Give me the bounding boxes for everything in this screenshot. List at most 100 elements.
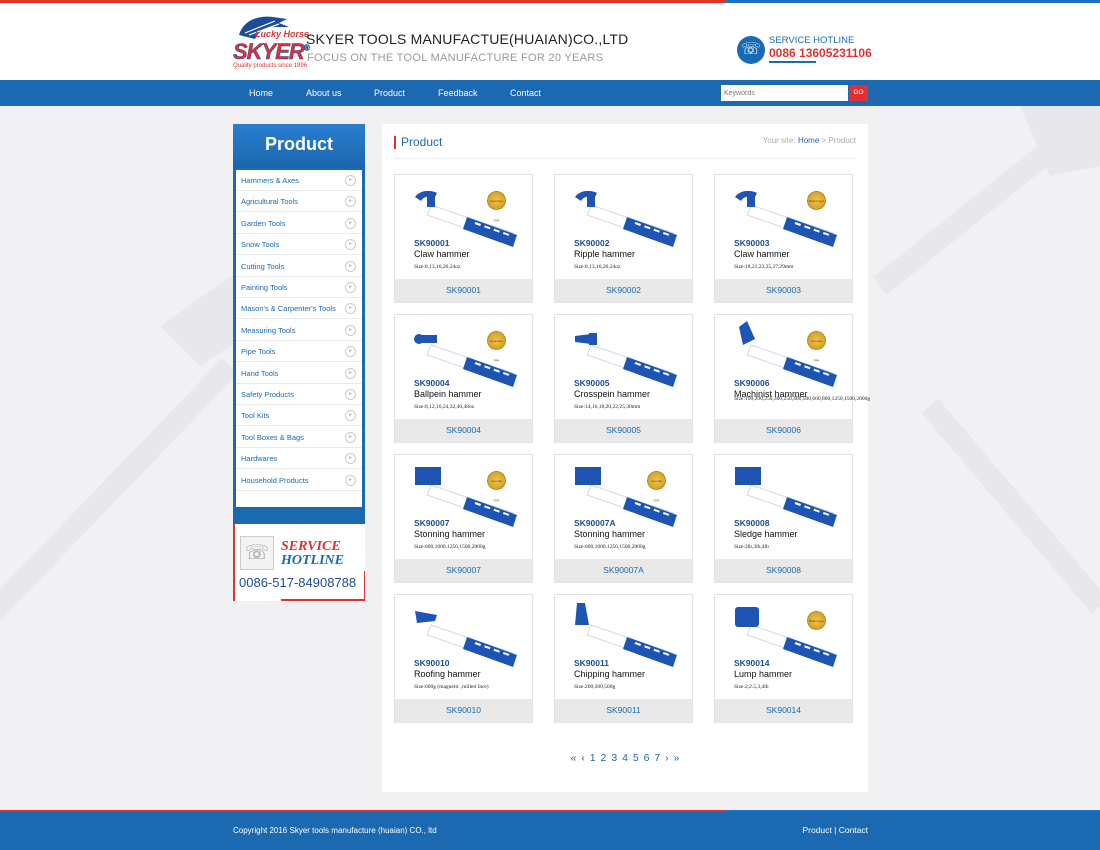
product-image[interactable]: American type SK90001 Claw hammer Size:8,13… (395, 175, 532, 278)
sidebar-item-label: Safety Products (241, 390, 294, 399)
product-caption[interactable]: SK90008 (715, 559, 852, 582)
page-title: Product (401, 135, 443, 149)
site-logo[interactable]: Lucky Horse SKYER® Quality products sinc… (233, 13, 310, 71)
seal-badge: German type (807, 331, 826, 362)
sidebar-item-masons-carpenters-tools[interactable]: Mason's & Carpenter's Tools ▸ (236, 298, 362, 320)
seal-badge: German type (487, 471, 506, 502)
product-card[interactable]: American type SK90004 Ballpein hammer Size:… (394, 314, 533, 443)
pager-page-4[interactable]: 4 (622, 752, 628, 764)
product-caption[interactable]: SK90010 (395, 699, 532, 722)
nav-about-us[interactable]: About us (306, 80, 342, 106)
product-image[interactable]: SK90002 Ripple hammer Size:8,13,16,20,24oz (555, 175, 692, 278)
breadcrumb-home-link[interactable]: Home (798, 136, 819, 145)
pager-last[interactable]: » (674, 752, 680, 764)
sidebar-item-painting-tools[interactable]: Painting Tools ▸ (236, 277, 362, 298)
product-caption[interactable]: SK90006 (715, 419, 852, 442)
search-input[interactable] (721, 85, 848, 101)
nav-contact[interactable]: Contact (510, 80, 541, 106)
hotline-bottom-border (281, 599, 365, 601)
product-card[interactable]: British type SK90003 Claw hammer Size:18,21… (714, 174, 853, 303)
product-card[interactable]: SK90010 Roofing hammer Size:600g (magnetic… (394, 594, 533, 723)
search-go-button[interactable]: GO (849, 85, 868, 101)
seal-badge: German type (647, 471, 666, 502)
pager-page-5[interactable]: 5 (633, 752, 639, 764)
product-code: SK90005 (574, 378, 610, 388)
product-code: SK90001 (414, 238, 450, 248)
phone-icon: ☏ (240, 536, 274, 570)
product-name: Ballpein hammer (414, 389, 482, 399)
footer-copyright: Copyright 2016 Skyer tools manufacture (… (233, 826, 437, 835)
sidebar-item-garden-tools[interactable]: Garden Tools ▸ (236, 213, 362, 234)
product-card[interactable]: SK90002 Ripple hammer Size:8,13,16,20,24oz… (554, 174, 693, 303)
pager-page-7[interactable]: 7 (654, 752, 660, 764)
product-image[interactable]: German type SK90007A Stonning hammer Size:8… (555, 455, 692, 558)
product-caption[interactable]: SK90002 (555, 279, 692, 302)
product-card[interactable]: German type SK90006 Machinist hammer Size:1… (714, 314, 870, 443)
sidebar-item-tool-kits[interactable]: Tool Kits ▸ (236, 405, 362, 427)
pager-page-6[interactable]: 6 (644, 752, 650, 764)
sidebar-item-safety-products[interactable]: Safety Products ▸ (236, 384, 362, 405)
product-caption[interactable]: SK90014 (715, 699, 852, 722)
product-image[interactable]: SK90005 Crosspein hammer Size:14,16,18,20,… (555, 315, 692, 418)
product-image[interactable]: German type SK90007 Stonning hammer Size:80… (395, 455, 532, 558)
product-caption[interactable]: SK90005 (555, 419, 692, 442)
product-image[interactable]: SK90008 Sledge hammer Size:2lb,3lb,4lb (715, 455, 852, 558)
footer-accent-line (0, 810, 1100, 812)
product-caption[interactable]: SK90001 (395, 279, 532, 302)
product-image[interactable]: American type SK90004 Ballpein hammer Size:… (395, 315, 532, 418)
sidebar-item-agricultural-tools[interactable]: Agricultural Tools ▸ (236, 191, 362, 213)
sidebar-item-hardwares[interactable]: Hardwares ▸ (236, 448, 362, 470)
sidebar-item-label: Agricultural Tools (241, 197, 298, 207)
pager-page-3[interactable]: 3 (611, 752, 617, 764)
sidebar-title: Product (264, 134, 333, 154)
product-image[interactable]: British type SK90003 Claw hammer Size:18,21… (715, 175, 852, 278)
pager-page-2[interactable]: 2 (601, 752, 607, 764)
product-card[interactable]: SK90011 Chipping hammer Size:200,300,500g S… (554, 594, 693, 723)
sidebar-header: Product (233, 124, 365, 168)
product-image[interactable]: SK90011 Chipping hammer Size:200,300,500g (555, 595, 692, 698)
product-image[interactable]: German type SK90006 Machinist hammer Size:1… (715, 315, 870, 418)
sidebar-item-pipe-tools[interactable]: Pipe Tools ▸ (236, 341, 362, 363)
product-size: Size:18,21,23,25,27,29mm (734, 264, 794, 270)
product-caption[interactable]: SK90007A (555, 559, 692, 582)
sidebar-item-snow-tools[interactable]: Snow Tools ▸ (236, 234, 362, 256)
product-card[interactable]: German type SK90007 Stonning hammer Size:80… (394, 454, 533, 583)
pager-first[interactable]: « (571, 752, 577, 764)
product-card[interactable]: American type SK90001 Claw hammer Size:8,13… (394, 174, 533, 303)
product-name: Claw hammer (414, 249, 470, 259)
circle-arrow-icon: ▸ (345, 196, 356, 208)
sidebar-item-hammers-axes[interactable]: Hammers & Axes ▸ (236, 170, 362, 191)
sidebar-item-cutting-tools[interactable]: Cutting Tools ▸ (236, 256, 362, 277)
sidebar-item-measuring-tools[interactable]: Measuring Tools ▸ (236, 320, 362, 341)
product-image[interactable]: British type SK90014 Lump hammer Size:2,2.5… (715, 595, 852, 698)
circle-arrow-icon: ▸ (345, 217, 356, 229)
footer-link-separator: | (834, 825, 837, 835)
product-card[interactable]: SK90005 Crosspein hammer Size:14,16,18,20,… (554, 314, 693, 443)
product-caption[interactable]: SK90003 (715, 279, 852, 302)
pager-next[interactable]: › (665, 752, 669, 764)
product-card[interactable]: SK90008 Sledge hammer Size:2lb,3lb,4lb SK90… (714, 454, 853, 583)
phone-icon: ☏ (737, 36, 765, 64)
sidebar-item-household-products[interactable]: Household Products ▸ (236, 470, 362, 491)
circle-arrow-icon: ▸ (345, 410, 356, 422)
product-card[interactable]: German type SK90007A Stonning hammer Size:8… (554, 454, 693, 583)
product-card[interactable]: British type SK90014 Lump hammer Size:2,2.5… (714, 594, 853, 723)
product-caption[interactable]: SK90004 (395, 419, 532, 442)
product-name: Stonning hammer (414, 529, 486, 539)
footer-link-contact[interactable]: Contact (839, 825, 868, 835)
product-caption[interactable]: SK90011 (555, 699, 692, 722)
company-slogan: FOCUS ON THE TOOL MANUFACTURE FOR 20 YEA… (307, 52, 604, 64)
footer-link-product[interactable]: Product (802, 825, 831, 835)
nav-feedback[interactable]: Feedback (438, 80, 478, 106)
product-name: Claw hammer (734, 249, 790, 259)
hotline-right-border (364, 571, 365, 601)
pager-page-1[interactable]: 1 (590, 752, 596, 764)
circle-arrow-icon: ▸ (345, 389, 356, 400)
product-image[interactable]: SK90010 Roofing hammer Size:600g (magnetic… (395, 595, 532, 698)
nav-product[interactable]: Product (374, 80, 405, 106)
sidebar-item-tool-boxes-bags[interactable]: Tool Boxes & Bags ▸ (236, 427, 362, 448)
pager-prev[interactable]: ‹ (581, 752, 585, 764)
product-caption[interactable]: SK90007 (395, 559, 532, 582)
nav-home[interactable]: Home (249, 80, 273, 106)
sidebar-item-hand-tools[interactable]: Hand Tools ▸ (236, 363, 362, 384)
